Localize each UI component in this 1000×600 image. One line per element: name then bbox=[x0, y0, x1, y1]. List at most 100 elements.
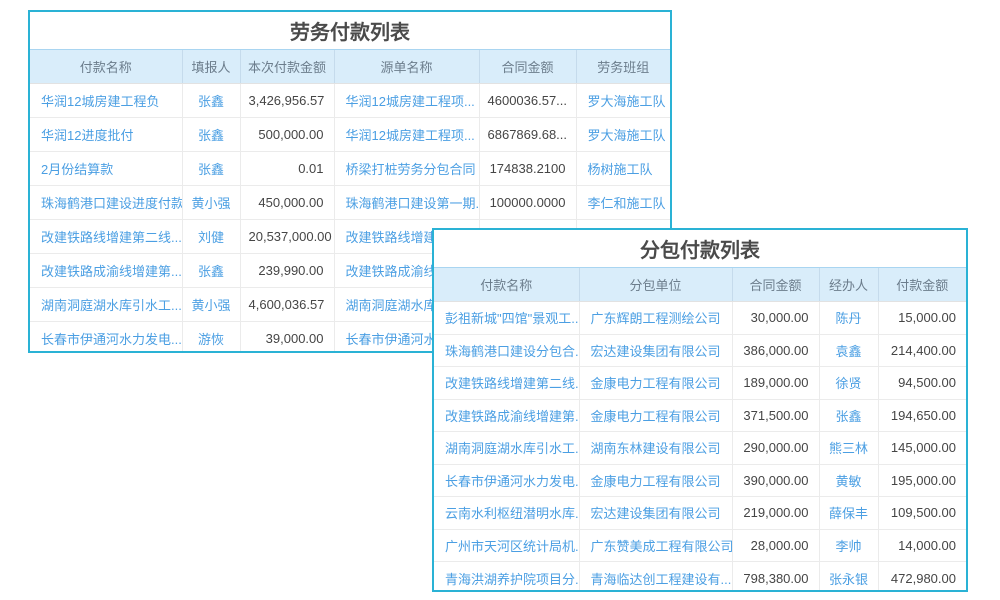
subcontract-col-header-contract-amount: 合同金额 bbox=[732, 268, 819, 302]
cell-current-payment-amount: 20,537,000.00 bbox=[240, 220, 334, 254]
cell-subcontract-unit[interactable]: 金康电力工程有限公司 bbox=[579, 399, 732, 432]
cell-subcontract-unit[interactable]: 广东赞美成工程有限公司 bbox=[579, 529, 732, 562]
table-row: 改建铁路线增建第二线...金康电力工程有限公司189,000.00徐贤94,50… bbox=[434, 367, 966, 400]
subcontract-table-header-row: 付款名称 分包单位 合同金额 经办人 付款金额 bbox=[434, 268, 966, 302]
table-row: 2月份结算款张鑫0.01桥梁打桩劳务分包合同174838.2100杨树施工队 bbox=[30, 152, 670, 186]
cell-handler[interactable]: 熊三林 bbox=[819, 432, 878, 465]
cell-payment-name[interactable]: 改建铁路线增建第二线... bbox=[434, 367, 579, 400]
cell-current-payment-amount: 0.01 bbox=[240, 152, 334, 186]
table-row: 青海洪湖养护院项目分...青海临达创工程建设有...798,380.00张永银4… bbox=[434, 562, 966, 593]
cell-filler[interactable]: 张鑫 bbox=[182, 84, 240, 118]
subcontract-payment-table-card: 分包付款列表 付款名称 分包单位 合同金额 经办人 付款金额 彭祖新城"四馆"景… bbox=[432, 228, 968, 592]
cell-payment-name[interactable]: 彭祖新城"四馆"景观工... bbox=[434, 302, 579, 335]
cell-current-payment-amount: 3,426,956.57 bbox=[240, 84, 334, 118]
cell-payment-name[interactable]: 长春市伊通河水力发电... bbox=[434, 464, 579, 497]
cell-contract-amount: 30,000.00 bbox=[732, 302, 819, 335]
cell-source-name[interactable]: 珠海鹤港口建设第一期... bbox=[334, 186, 479, 220]
cell-source-name[interactable]: 华润12城房建工程项... bbox=[334, 84, 479, 118]
labor-col-header-labor-team: 劳务班组 bbox=[576, 50, 670, 84]
cell-filler[interactable]: 张鑫 bbox=[182, 118, 240, 152]
cell-source-name[interactable]: 桥梁打桩劳务分包合同 bbox=[334, 152, 479, 186]
cell-contract-amount: 219,000.00 bbox=[732, 497, 819, 530]
cell-payment-name[interactable]: 华润12进度批付 bbox=[30, 118, 182, 152]
cell-current-payment-amount: 239,990.00 bbox=[240, 254, 334, 288]
cell-subcontract-unit[interactable]: 金康电力工程有限公司 bbox=[579, 367, 732, 400]
cell-payment-name[interactable]: 改建铁路线增建第二线... bbox=[30, 220, 182, 254]
table-row: 华润12城房建工程负张鑫3,426,956.57华润12城房建工程项...460… bbox=[30, 84, 670, 118]
subcontract-col-header-handler: 经办人 bbox=[819, 268, 878, 302]
cell-subcontract-unit[interactable]: 金康电力工程有限公司 bbox=[579, 464, 732, 497]
cell-filler[interactable]: 黄小强 bbox=[182, 186, 240, 220]
subcontract-payment-table: 付款名称 分包单位 合同金额 经办人 付款金额 彭祖新城"四馆"景观工...广东… bbox=[434, 267, 966, 592]
cell-filler[interactable]: 黄小强 bbox=[182, 288, 240, 322]
table-row: 珠海鹤港口建设分包合...宏达建设集团有限公司386,000.00袁鑫214,4… bbox=[434, 334, 966, 367]
cell-labor-team[interactable]: 杨树施工队 bbox=[576, 152, 670, 186]
cell-payment-name[interactable]: 青海洪湖养护院项目分... bbox=[434, 562, 579, 593]
cell-contract-amount: 386,000.00 bbox=[732, 334, 819, 367]
cell-subcontract-unit[interactable]: 广东辉朗工程测绘公司 bbox=[579, 302, 732, 335]
cell-payment-name[interactable]: 华润12城房建工程负 bbox=[30, 84, 182, 118]
subcontract-col-header-payment-name: 付款名称 bbox=[434, 268, 579, 302]
cell-payment-name[interactable]: 2月份结算款 bbox=[30, 152, 182, 186]
cell-handler[interactable]: 李帅 bbox=[819, 529, 878, 562]
cell-labor-team[interactable]: 李仁和施工队 bbox=[576, 186, 670, 220]
cell-payment-name[interactable]: 长春市伊通河水力发电... bbox=[30, 322, 182, 354]
cell-labor-team[interactable]: 罗大海施工队 bbox=[576, 84, 670, 118]
table-row: 华润12进度批付张鑫500,000.00华润12城房建工程项...6867869… bbox=[30, 118, 670, 152]
cell-payment-name[interactable]: 广州市天河区统计局机... bbox=[434, 529, 579, 562]
cell-current-payment-amount: 500,000.00 bbox=[240, 118, 334, 152]
cell-current-payment-amount: 4,600,036.57 bbox=[240, 288, 334, 322]
cell-current-payment-amount: 39,000.00 bbox=[240, 322, 334, 354]
labor-col-header-current-payment-amount: 本次付款金额 bbox=[240, 50, 334, 84]
cell-subcontract-unit[interactable]: 宏达建设集团有限公司 bbox=[579, 334, 732, 367]
cell-payment-name[interactable]: 湖南洞庭湖水库引水工... bbox=[434, 432, 579, 465]
cell-contract-amount: 798,380.00 bbox=[732, 562, 819, 593]
cell-contract-amount: 100000.0000 bbox=[479, 186, 576, 220]
cell-subcontract-unit[interactable]: 湖南东林建设有限公司 bbox=[579, 432, 732, 465]
cell-payment-amount: 109,500.00 bbox=[878, 497, 966, 530]
cell-handler[interactable]: 黄敏 bbox=[819, 464, 878, 497]
cell-filler[interactable]: 张鑫 bbox=[182, 152, 240, 186]
cell-handler[interactable]: 张鑫 bbox=[819, 399, 878, 432]
labor-table-header-row: 付款名称 填报人 本次付款金额 源单名称 合同金额 劳务班组 bbox=[30, 50, 670, 84]
cell-subcontract-unit[interactable]: 宏达建设集团有限公司 bbox=[579, 497, 732, 530]
cell-payment-amount: 195,000.00 bbox=[878, 464, 966, 497]
cell-payment-amount: 94,500.00 bbox=[878, 367, 966, 400]
cell-payment-name[interactable]: 云南水利枢纽潜明水库... bbox=[434, 497, 579, 530]
cell-payment-amount: 14,000.00 bbox=[878, 529, 966, 562]
cell-filler[interactable]: 刘健 bbox=[182, 220, 240, 254]
cell-contract-amount: 4600036.57... bbox=[479, 84, 576, 118]
labor-col-header-source-name: 源单名称 bbox=[334, 50, 479, 84]
cell-contract-amount: 174838.2100 bbox=[479, 152, 576, 186]
cell-contract-amount: 28,000.00 bbox=[732, 529, 819, 562]
cell-payment-name[interactable]: 改建铁路成渝线增建第... bbox=[434, 399, 579, 432]
cell-handler[interactable]: 薛保丰 bbox=[819, 497, 878, 530]
cell-labor-team[interactable]: 罗大海施工队 bbox=[576, 118, 670, 152]
cell-payment-name[interactable]: 改建铁路成渝线增建第... bbox=[30, 254, 182, 288]
labor-col-header-filler: 填报人 bbox=[182, 50, 240, 84]
cell-subcontract-unit[interactable]: 青海临达创工程建设有... bbox=[579, 562, 732, 593]
cell-payment-name[interactable]: 珠海鹤港口建设分包合... bbox=[434, 334, 579, 367]
labor-col-header-contract-amount: 合同金额 bbox=[479, 50, 576, 84]
cell-handler[interactable]: 袁鑫 bbox=[819, 334, 878, 367]
subcontract-col-header-subcontract-unit: 分包单位 bbox=[579, 268, 732, 302]
cell-contract-amount: 390,000.00 bbox=[732, 464, 819, 497]
cell-payment-name[interactable]: 湖南洞庭湖水库引水工... bbox=[30, 288, 182, 322]
cell-handler[interactable]: 徐贤 bbox=[819, 367, 878, 400]
cell-payment-name[interactable]: 珠海鹤港口建设进度付款 bbox=[30, 186, 182, 220]
cell-payment-amount: 145,000.00 bbox=[878, 432, 966, 465]
cell-handler[interactable]: 张永银 bbox=[819, 562, 878, 593]
cell-contract-amount: 290,000.00 bbox=[732, 432, 819, 465]
subcontract-table-title: 分包付款列表 bbox=[434, 230, 966, 267]
cell-payment-amount: 194,650.00 bbox=[878, 399, 966, 432]
labor-col-header-payment-name: 付款名称 bbox=[30, 50, 182, 84]
cell-current-payment-amount: 450,000.00 bbox=[240, 186, 334, 220]
cell-filler[interactable]: 张鑫 bbox=[182, 254, 240, 288]
cell-handler[interactable]: 陈丹 bbox=[819, 302, 878, 335]
cell-filler[interactable]: 游恢 bbox=[182, 322, 240, 354]
table-row: 广州市天河区统计局机...广东赞美成工程有限公司28,000.00李帅14,00… bbox=[434, 529, 966, 562]
cell-payment-amount: 214,400.00 bbox=[878, 334, 966, 367]
table-row: 长春市伊通河水力发电...金康电力工程有限公司390,000.00黄敏195,0… bbox=[434, 464, 966, 497]
table-row: 改建铁路成渝线增建第...金康电力工程有限公司371,500.00张鑫194,6… bbox=[434, 399, 966, 432]
cell-source-name[interactable]: 华润12城房建工程项... bbox=[334, 118, 479, 152]
